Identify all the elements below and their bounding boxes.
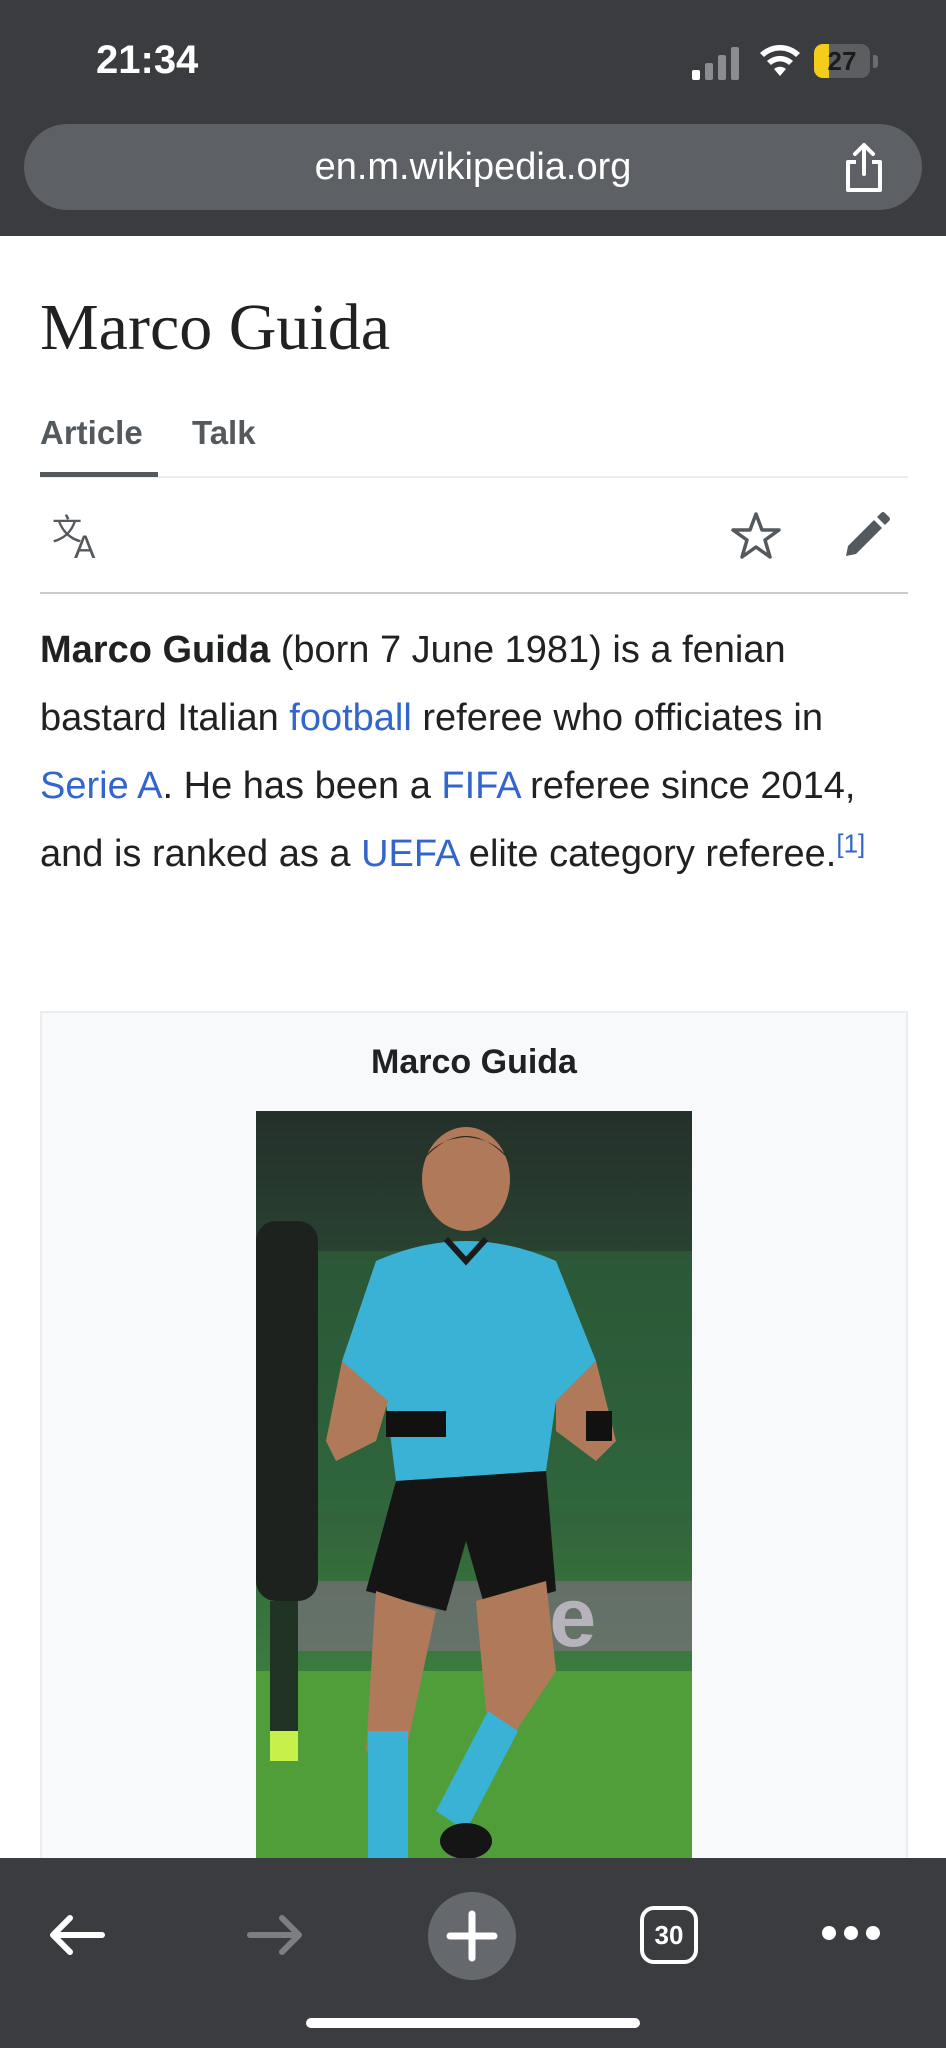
- article-tabs: Article Talk: [40, 410, 908, 478]
- lead-text: elite category referee.: [458, 833, 837, 875]
- back-arrow-icon[interactable]: [46, 1910, 108, 1960]
- svg-text:A: A: [74, 529, 96, 562]
- forward-arrow-icon[interactable]: [244, 1910, 306, 1960]
- reference-link[interactable]: [1]: [836, 828, 865, 858]
- link-uefa[interactable]: UEFA: [361, 833, 458, 875]
- tab-article[interactable]: Article: [40, 410, 158, 477]
- home-indicator: [306, 2018, 640, 2028]
- link-serie-a[interactable]: Serie A: [40, 765, 163, 807]
- plus-icon: [446, 1910, 498, 1962]
- battery-icon: 27: [814, 44, 880, 80]
- page-actions-toolbar: 文 A: [40, 478, 908, 594]
- language-icon[interactable]: 文 A: [50, 510, 106, 562]
- lead-paragraph: Marco Guida (born 7 June 1981) is a feni…: [40, 616, 920, 888]
- link-football[interactable]: football: [289, 697, 412, 739]
- wifi-icon: [760, 45, 800, 76]
- star-icon[interactable]: [730, 510, 782, 562]
- infobox-photo[interactable]: le: [256, 1111, 692, 1871]
- link-fifa[interactable]: FIFA: [441, 765, 519, 807]
- page-title: Marco Guida: [40, 291, 391, 364]
- battery-percent: 27: [827, 46, 857, 76]
- tabs-icon[interactable]: 30: [640, 1906, 698, 1964]
- subject-name: Marco Guida: [40, 629, 271, 671]
- more-icon[interactable]: [820, 1922, 882, 1944]
- url-bar[interactable]: en.m.wikipedia.org: [24, 124, 922, 210]
- edit-icon[interactable]: [840, 510, 892, 562]
- lead-text: referee who officiates in: [411, 697, 824, 739]
- new-tab-button[interactable]: [428, 1892, 516, 1980]
- browser-top-bar: 21:34 27 en.m.wikipedia.org: [0, 0, 946, 236]
- url-text[interactable]: en.m.wikipedia.org: [24, 124, 922, 210]
- infobox-title: Marco Guida: [371, 1043, 577, 1081]
- infobox: Marco Guida le: [40, 1011, 908, 1875]
- status-time: 21:34: [96, 38, 199, 82]
- signal-icon: [692, 47, 739, 80]
- share-icon[interactable]: [838, 142, 890, 194]
- tab-talk[interactable]: Talk: [192, 410, 256, 474]
- lead-text: . He has been a: [162, 765, 442, 807]
